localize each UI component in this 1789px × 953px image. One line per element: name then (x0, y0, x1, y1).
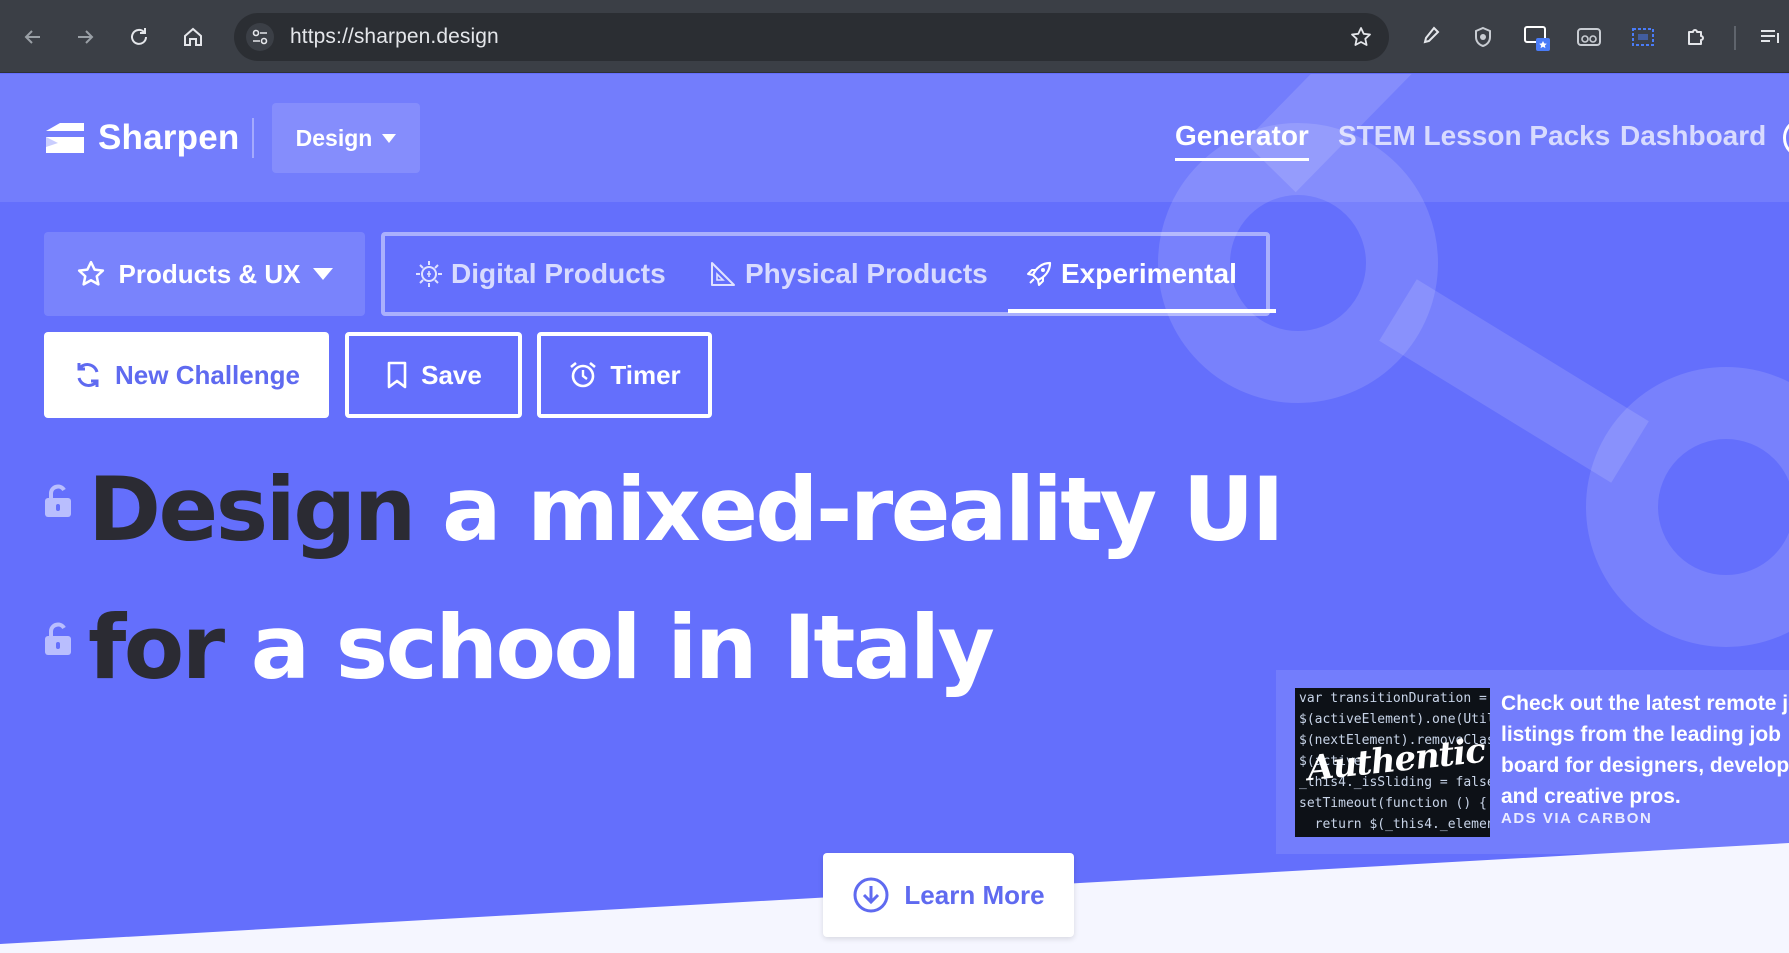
reading-list-icon[interactable] (1756, 22, 1786, 52)
learn-more-label: Learn More (904, 879, 1045, 910)
learn-more-button[interactable]: Learn More (823, 853, 1074, 937)
toolbar-divider (1734, 26, 1736, 50)
forward-icon[interactable] (70, 22, 100, 52)
site-settings-icon[interactable] (246, 23, 274, 51)
eyedropper-extension-icon[interactable] (1414, 22, 1444, 52)
window-extension-icon[interactable] (1522, 22, 1552, 52)
arrow-down-circle-icon (853, 877, 889, 913)
reload-icon[interactable] (124, 22, 154, 52)
extensions-puzzle-icon[interactable] (1682, 22, 1712, 52)
address-bar[interactable]: https://sharpen.design (234, 13, 1389, 61)
sharpen-page: Sharpen Design Generator STEM Lesson Pac… (0, 74, 1789, 953)
selection-extension-icon[interactable] (1628, 22, 1658, 52)
bottom-section-edge (0, 843, 1789, 953)
back-icon[interactable] (18, 22, 48, 52)
url-text[interactable]: https://sharpen.design (290, 25, 499, 49)
home-icon[interactable] (178, 22, 208, 52)
shield-extension-icon[interactable] (1468, 22, 1498, 52)
reader-extension-icon[interactable] (1574, 22, 1604, 52)
bookmark-star-icon[interactable] (1349, 25, 1373, 53)
browser-toolbar: https://sharpen.design (0, 0, 1789, 73)
